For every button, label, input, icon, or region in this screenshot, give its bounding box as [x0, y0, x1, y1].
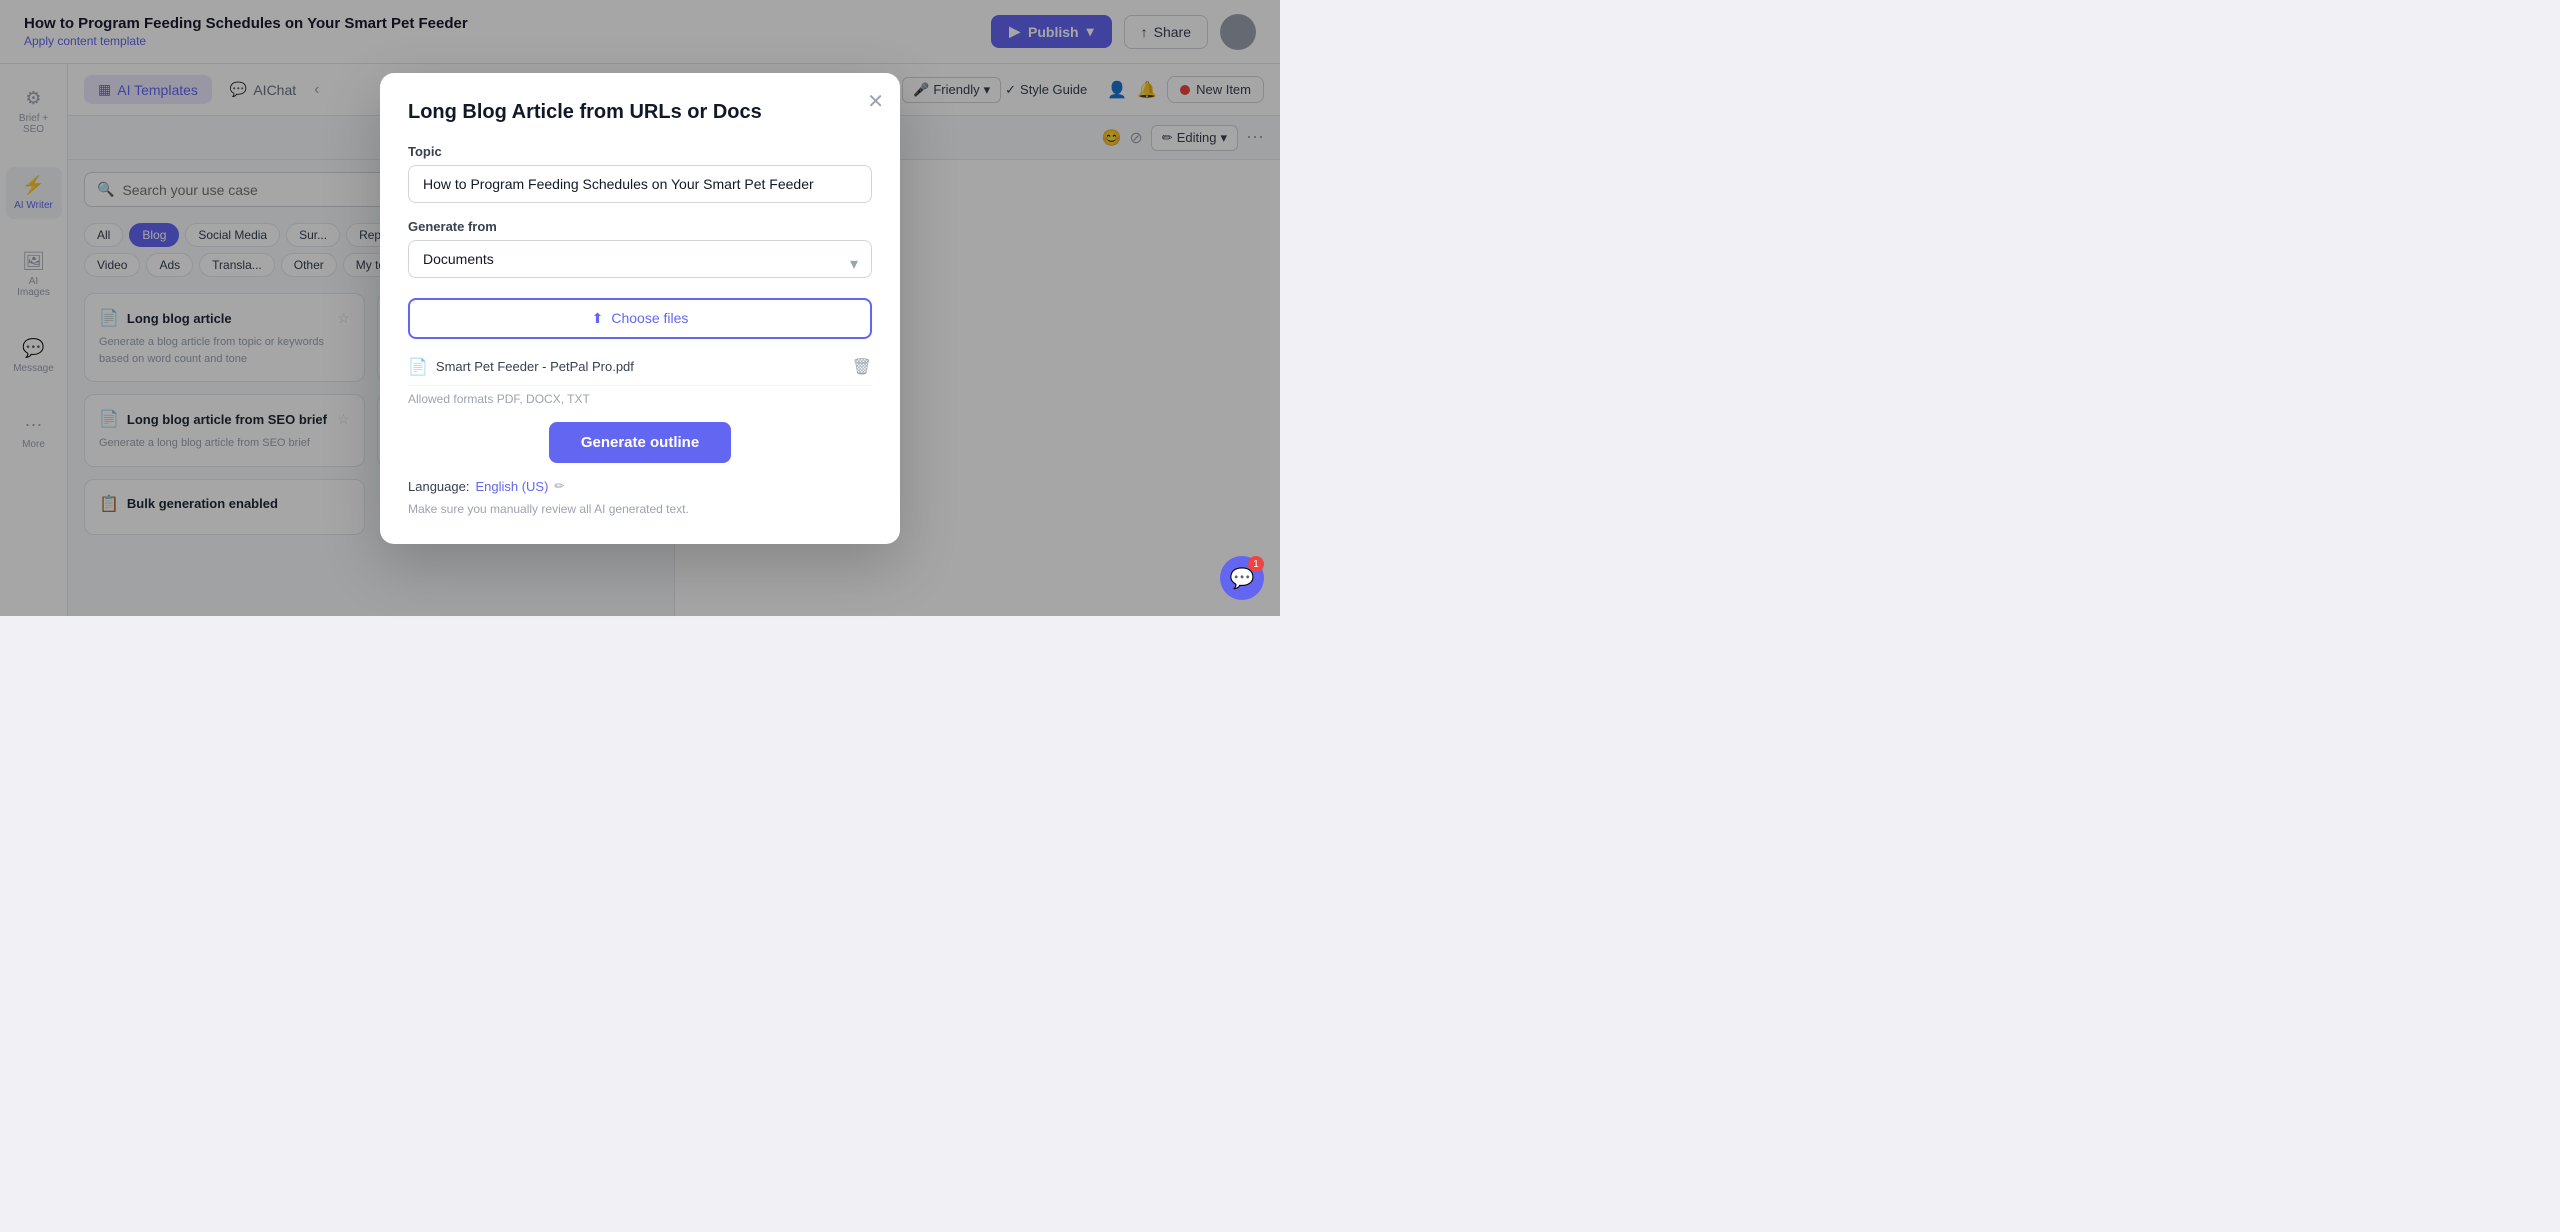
chat-bubble[interactable]: 💬 1	[1220, 556, 1264, 600]
topic-label: Topic	[408, 144, 872, 159]
language-value[interactable]: English (US)	[475, 479, 548, 494]
modal-title: Long Blog Article from URLs or Docs	[408, 101, 872, 124]
modal-dialog: ✕ Long Blog Article from URLs or Docs To…	[380, 73, 900, 544]
file-doc-icon: 📄	[408, 357, 428, 377]
file-delete-button[interactable]: 🗑	[852, 357, 872, 377]
chat-badge: 1	[1248, 556, 1264, 572]
language-edit-icon[interactable]: ✏	[554, 479, 564, 493]
modal-close-button[interactable]: ✕	[867, 89, 884, 114]
file-name: Smart Pet Feeder - PetPal Pro.pdf	[436, 359, 844, 374]
file-item: 📄 Smart Pet Feeder - PetPal Pro.pdf 🗑	[408, 349, 872, 386]
choose-files-button[interactable]: ⬆ Choose files	[408, 298, 872, 339]
upload-icon: ⬆	[592, 310, 604, 327]
language-label: Language:	[408, 479, 469, 494]
topic-input[interactable]	[408, 165, 872, 203]
generate-from-label: Generate from	[408, 219, 872, 234]
modal-overlay[interactable]: ✕ Long Blog Article from URLs or Docs To…	[0, 0, 1280, 616]
generate-outline-button[interactable]: Generate outline	[549, 422, 731, 463]
disclaimer: Make sure you manually review all AI gen…	[408, 502, 872, 516]
language-row: Language: English (US) ✏	[408, 479, 872, 494]
generate-from-wrapper: Documents URLs	[408, 240, 872, 288]
generate-from-select[interactable]: Documents URLs	[408, 240, 872, 278]
allowed-formats: Allowed formats PDF, DOCX, TXT	[408, 392, 872, 406]
